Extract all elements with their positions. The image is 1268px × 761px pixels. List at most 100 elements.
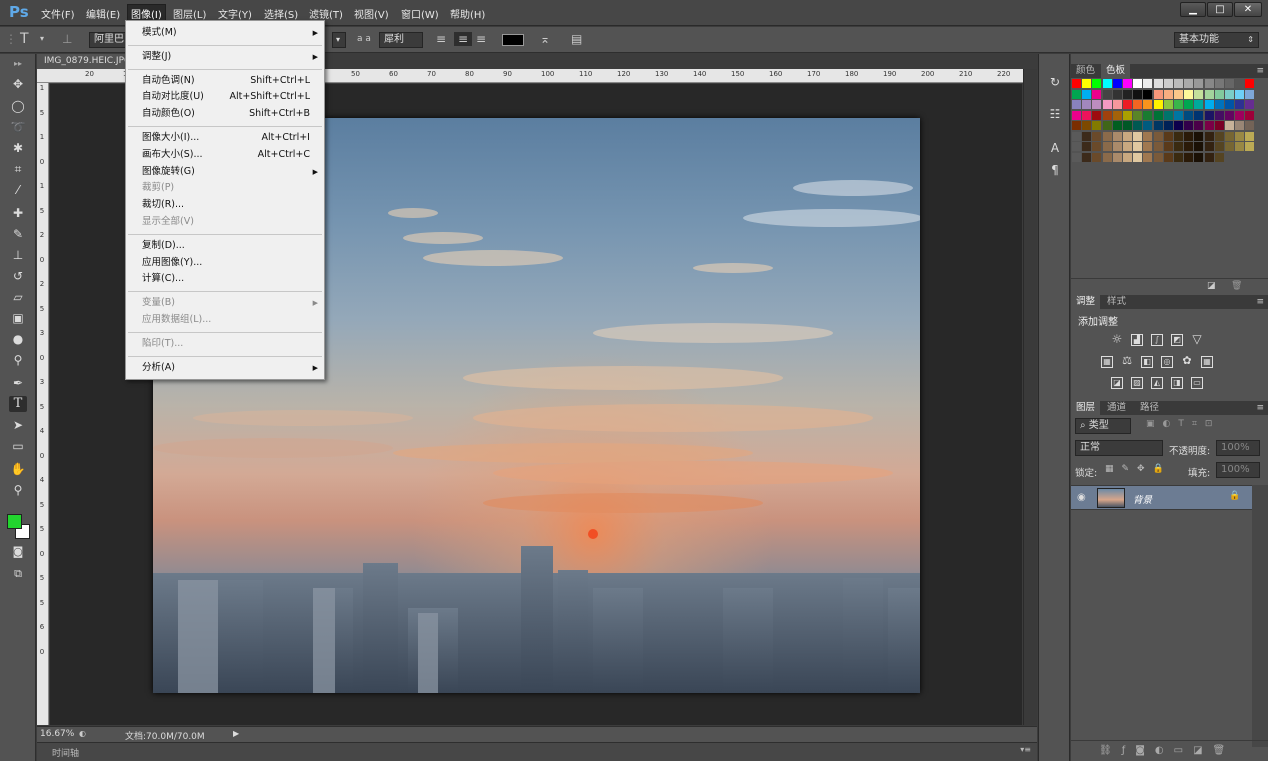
- color-swatch[interactable]: [1153, 152, 1163, 162]
- color-swatch[interactable]: [1112, 152, 1122, 162]
- color-swatch[interactable]: [1092, 89, 1102, 99]
- document-tab[interactable]: IMG_0879.HEIC.JPG: [37, 54, 131, 69]
- image-menu-item[interactable]: 画布大小(S)... Alt+Ctrl+C: [126, 147, 324, 163]
- color-swatch[interactable]: [1072, 79, 1081, 88]
- brush-tool-icon[interactable]: ✎: [9, 226, 27, 242]
- color-swatch[interactable]: [1072, 100, 1081, 109]
- color-swatch[interactable]: [1235, 121, 1245, 130]
- color-swatch[interactable]: [1082, 89, 1092, 99]
- color-balance-icon[interactable]: ⚖: [1121, 355, 1133, 368]
- color-swatch[interactable]: [1133, 110, 1143, 120]
- menu-window[interactable]: 窗口(W): [401, 6, 439, 21]
- panel-menu-icon[interactable]: ≡: [1256, 401, 1264, 415]
- color-swatch[interactable]: [1235, 131, 1245, 141]
- eyedropper-tool-icon[interactable]: ⁄: [9, 182, 27, 198]
- layer-filter-icons[interactable]: ▣◐T⌗⊡: [1146, 419, 1220, 429]
- healing-brush-tool-icon[interactable]: ✚: [9, 205, 27, 221]
- collapse-icon[interactable]: ▸▸: [9, 56, 27, 72]
- color-swatch[interactable]: [1082, 79, 1092, 88]
- color-swatch[interactable]: [1214, 152, 1224, 162]
- color-swatch[interactable]: [1102, 142, 1112, 151]
- invert-icon[interactable]: ◪: [1111, 377, 1123, 389]
- color-swatch[interactable]: [1072, 89, 1081, 99]
- new-swatch-icon[interactable]: ◪: [1207, 281, 1216, 291]
- color-swatch[interactable]: [1174, 89, 1183, 99]
- vertical-scrollbar[interactable]: [1023, 69, 1037, 725]
- workspace-select[interactable]: 基本功能 ⇕: [1174, 32, 1259, 48]
- color-swatch[interactable]: [1092, 110, 1102, 120]
- color-swatch[interactable]: [1163, 142, 1173, 151]
- marquee-tool-icon[interactable]: ◯: [9, 98, 27, 114]
- image-menu-item[interactable]: 模式(M) ▶: [126, 25, 324, 41]
- quick-mask-icon[interactable]: ◙: [9, 544, 27, 560]
- history-panel-icon[interactable]: ↻: [1047, 74, 1063, 90]
- color-swatch[interactable]: [1245, 131, 1255, 141]
- color-swatch[interactable]: [1184, 152, 1194, 162]
- color-swatch[interactable]: [1235, 89, 1245, 99]
- color-swatch[interactable]: [1102, 131, 1112, 141]
- color-swatch[interactable]: [1123, 142, 1132, 151]
- color-swatch[interactable]: [1235, 79, 1245, 88]
- color-swatch[interactable]: [1163, 152, 1173, 162]
- color-swatch[interactable]: [1194, 121, 1204, 130]
- color-swatch[interactable]: [1184, 100, 1194, 109]
- color-swatch[interactable]: [1204, 100, 1214, 109]
- image-menu-item[interactable]: 裁切(R)...: [126, 197, 324, 213]
- color-swatch[interactable]: [1194, 110, 1204, 120]
- color-swatch[interactable]: [1072, 110, 1081, 120]
- color-swatch[interactable]: [1082, 110, 1092, 120]
- color-swatch[interactable]: [1214, 110, 1224, 120]
- color-swatch[interactable]: [1123, 110, 1132, 120]
- color-swatch[interactable]: [1072, 152, 1081, 162]
- color-swatch[interactable]: [1112, 110, 1122, 120]
- color-swatch[interactable]: [1194, 131, 1204, 141]
- image-menu-item[interactable]: 自动色调(N) Shift+Ctrl+L: [126, 73, 324, 89]
- menu-file[interactable]: 文件(F): [41, 6, 75, 21]
- character-panel-icon[interactable]: ▤: [571, 32, 582, 46]
- rectangle-tool-icon[interactable]: ▭: [9, 438, 27, 454]
- image-menu-item[interactable]: 调整(J) ▶: [126, 49, 324, 65]
- color-swatch[interactable]: [1214, 89, 1224, 99]
- color-swatch[interactable]: [1133, 79, 1143, 88]
- channel-mixer-icon[interactable]: ✿: [1181, 355, 1193, 368]
- color-swatch[interactable]: [1214, 100, 1224, 109]
- color-swatch[interactable]: [1174, 152, 1183, 162]
- panel-menu-icon[interactable]: ≡: [1256, 295, 1264, 309]
- color-swatch[interactable]: [1194, 142, 1204, 151]
- blend-mode-select[interactable]: 正常: [1075, 440, 1163, 456]
- color-swatch[interactable]: [1092, 152, 1102, 162]
- selective-color-icon[interactable]: ◨: [1171, 377, 1183, 389]
- color-swatch[interactable]: [1072, 131, 1081, 141]
- color-swatch[interactable]: [1245, 110, 1255, 120]
- layers-footer-icons[interactable]: ⛓ƒ◙◐▭◪🗑: [1099, 745, 1235, 756]
- color-swatch[interactable]: [1204, 89, 1214, 99]
- image-menu-item[interactable]: 自动对比度(U) Alt+Shift+Ctrl+L: [126, 89, 324, 105]
- color-swatch[interactable]: [1163, 131, 1173, 141]
- gradient-map-icon[interactable]: ▭: [1191, 377, 1203, 389]
- path-selection-tool-icon[interactable]: ➤: [9, 417, 27, 433]
- color-lookup-icon[interactable]: ▦: [1201, 356, 1213, 368]
- font-family-select[interactable]: 阿里巴: [89, 32, 126, 48]
- zoom-tool-icon[interactable]: ⚲: [9, 482, 27, 498]
- color-swatch[interactable]: [1184, 131, 1194, 141]
- color-swatch[interactable]: [1204, 152, 1214, 162]
- color-swatch[interactable]: [1225, 121, 1234, 130]
- tab-paths[interactable]: 路径: [1135, 401, 1164, 415]
- vertical-type-icon[interactable]: ⊥: [62, 32, 72, 46]
- color-swatch[interactable]: [1133, 131, 1143, 141]
- color-swatch[interactable]: [1143, 152, 1153, 162]
- layer-row[interactable]: ◉ 背景 🔒: [1071, 485, 1252, 510]
- color-swatch[interactable]: [1235, 100, 1245, 109]
- color-swatch[interactable]: [1235, 152, 1245, 162]
- dropdown-arrow-icon[interactable]: ▾: [40, 32, 44, 46]
- font-size-dropdown[interactable]: ▾: [332, 32, 346, 48]
- levels-icon[interactable]: ▟: [1131, 334, 1143, 346]
- gradient-tool-icon[interactable]: ▣: [9, 310, 27, 326]
- menu-select[interactable]: 选择(S): [264, 6, 298, 21]
- color-swatch[interactable]: [1204, 110, 1214, 120]
- color-swatch[interactable]: [1204, 121, 1214, 130]
- color-swatch[interactable]: [1225, 131, 1234, 141]
- image-menu-item[interactable]: 分析(A) ▶: [126, 360, 324, 376]
- color-swatch[interactable]: [1123, 100, 1132, 109]
- photo-filter-icon[interactable]: ◎: [1161, 356, 1173, 368]
